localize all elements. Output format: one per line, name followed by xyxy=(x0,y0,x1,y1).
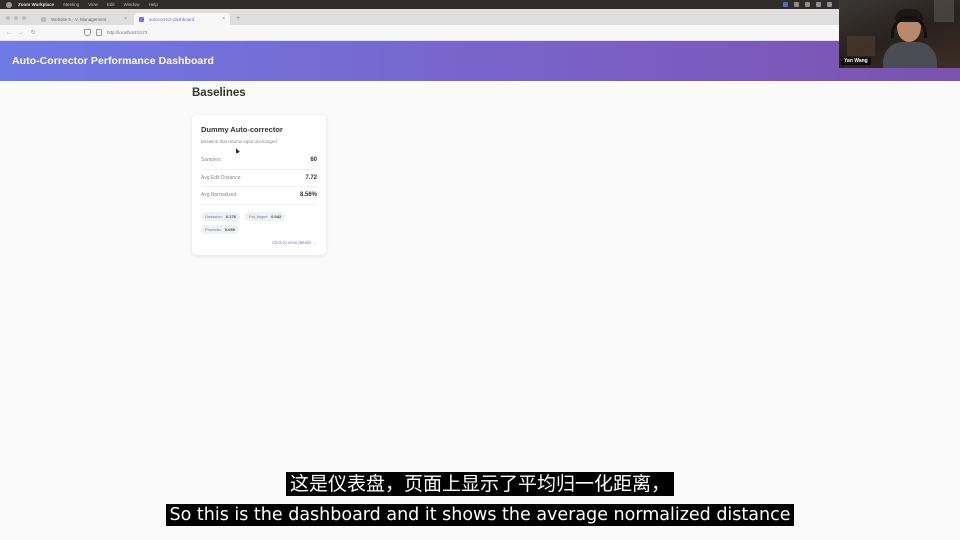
menu-item-view[interactable]: View xyxy=(88,0,98,9)
new-tab-button[interactable]: + xyxy=(236,15,240,22)
close-window-icon[interactable] xyxy=(6,16,10,20)
chip-label: Omission: xyxy=(205,213,223,219)
subtitle-chinese: 这是仪表盘，页面上显示了平均归一化距离， xyxy=(0,469,960,496)
stat-row-avg-normalized: Avg Normalized: 8.56% xyxy=(201,187,317,205)
app-title: Auto-Corrector Performance Dashboard xyxy=(12,55,214,67)
tab-website-management[interactable]: Website 5 - V. Management × xyxy=(36,13,132,25)
vite-favicon-icon xyxy=(139,16,144,22)
chip-label: Fat_finger: xyxy=(248,213,269,219)
section-title-baselines: Baselines xyxy=(192,87,246,99)
tab-bar: Website 5 - V. Management × autocorrect-… xyxy=(0,9,960,25)
chip-value: 0.039 xyxy=(224,226,235,232)
back-arrow-icon[interactable]: ← xyxy=(6,30,12,36)
error-type-chips: Omission: 0.176 Fat_finger: 0.042 Phonet… xyxy=(201,211,309,234)
subtitle-text-zh: 这是仪表盘，页面上显示了平均归一化距离， xyxy=(285,472,674,496)
chip-label: Phonetic: xyxy=(205,226,222,232)
participant-name: Yan Wang xyxy=(841,57,871,65)
stat-label: Samples: xyxy=(201,157,222,164)
battery-icon[interactable] xyxy=(794,2,799,7)
background-shelf xyxy=(847,36,875,56)
status-tray xyxy=(783,2,832,7)
wifi-icon[interactable] xyxy=(805,2,810,7)
page-favicon-icon xyxy=(41,16,46,22)
maximize-window-icon[interactable] xyxy=(22,16,26,20)
macos-menubar: Zoom Workplace Meeting View Edit Window … xyxy=(0,0,960,9)
stat-value: 7.72 xyxy=(305,174,317,181)
close-tab-icon[interactable]: × xyxy=(222,16,225,22)
zoom-status-icon[interactable] xyxy=(783,2,788,7)
close-tab-icon[interactable]: × xyxy=(124,16,127,22)
card-title: Dummy Auto-corrector xyxy=(201,125,283,134)
subtitle-text-en: So this is the dashboard and it shows th… xyxy=(165,504,795,526)
menu-item-meeting[interactable]: Meeting xyxy=(63,0,79,9)
stat-row-samples: Samples: 60 xyxy=(201,152,317,170)
shield-icon[interactable] xyxy=(84,29,91,36)
stat-label: Avg Edit Distance: xyxy=(201,174,242,181)
app-header: Auto-Corrector Performance Dashboard xyxy=(0,41,960,81)
forward-arrow-icon[interactable]: → xyxy=(18,30,24,36)
stat-label: Avg Normalized: xyxy=(201,192,238,199)
card-description: Baseline that returns input unchanged xyxy=(201,139,277,144)
menu-item-window[interactable]: Window xyxy=(124,0,140,9)
chip-value: 0.176 xyxy=(225,213,236,219)
stat-value: 8.56% xyxy=(299,192,317,199)
baseline-card[interactable]: Dummy Auto-corrector Baseline that retur… xyxy=(192,115,326,255)
stat-row-avg-edit-distance: Avg Edit Distance: 7.72 xyxy=(201,170,317,187)
address-bar[interactable]: http://localhost:5173 xyxy=(107,30,147,35)
tab-autocorrect-dashboard[interactable]: autocorrect-dashboard × xyxy=(134,13,230,25)
minimize-window-icon[interactable] xyxy=(14,16,18,20)
webcam-video[interactable]: Yan Wang xyxy=(839,0,960,68)
stat-value: 60 xyxy=(310,157,317,164)
person-body xyxy=(883,42,937,68)
apple-icon[interactable] xyxy=(6,1,12,8)
tab-title: autocorrect-dashboard xyxy=(149,16,195,22)
chip-omission: Omission: 0.176 xyxy=(201,211,240,221)
chip-fat-finger: Fat_finger: 0.042 xyxy=(244,211,286,221)
menu-app-name[interactable]: Zoom Workplace xyxy=(18,0,54,9)
menu-item-edit[interactable]: Edit xyxy=(107,0,115,9)
window-controls xyxy=(6,16,26,20)
background-lamp xyxy=(934,0,954,22)
chip-phonetic: Phonetic: 0.039 xyxy=(201,224,239,234)
control-center-icon[interactable] xyxy=(816,2,821,7)
chip-value: 0.042 xyxy=(271,213,282,219)
clock-icon[interactable] xyxy=(827,2,832,7)
browser-window: Website 5 - V. Management × autocorrect-… xyxy=(0,9,960,540)
view-details-link[interactable]: Click to view details → xyxy=(272,240,317,245)
page-info-icon[interactable] xyxy=(96,29,102,36)
subtitle-english: So this is the dashboard and it shows th… xyxy=(0,504,960,526)
menu-item-help[interactable]: Help xyxy=(149,0,158,9)
browser-toolbar: ← → ↻ http://localhost:5173 ◦ xyxy=(0,25,960,41)
reload-icon[interactable]: ↻ xyxy=(30,29,36,36)
tab-title: Website 5 - V. Management xyxy=(51,16,107,22)
